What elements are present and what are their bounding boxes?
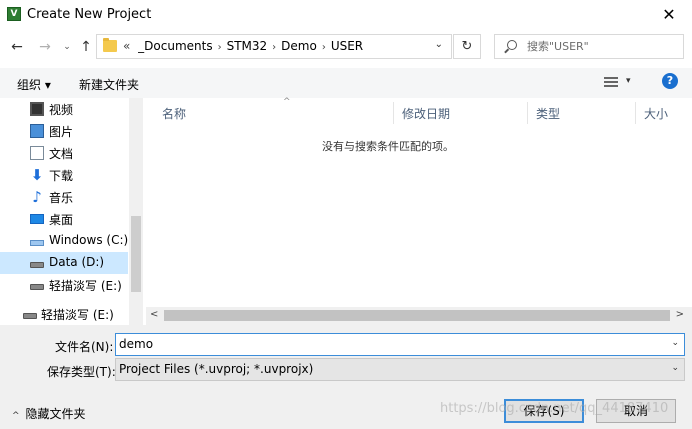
documents-icon <box>30 146 44 160</box>
sidebar-item-drive-e-root[interactable]: 轻描淡写 (E:) <box>0 303 128 325</box>
filetype-select[interactable]: Project Files (*.uvproj; *.uvprojx) ⌄ <box>115 358 685 381</box>
breadcrumb-item[interactable]: USER <box>331 39 363 53</box>
sidebar-item-videos[interactable]: 视频 <box>0 98 128 120</box>
column-header-label: 名称 <box>162 107 187 121</box>
title-bar: V Create New Project ✕ <box>0 0 692 30</box>
folder-icon <box>103 38 117 52</box>
help-icon[interactable]: ? <box>662 73 678 89</box>
sidebar-item-pictures[interactable]: 图片 <box>0 120 128 142</box>
save-button[interactable]: 保存(S) <box>504 399 584 423</box>
view-options-dropdown-icon[interactable]: ▾ <box>626 76 631 86</box>
search-input[interactable] <box>527 38 677 55</box>
up-arrow-icon[interactable]: ↑ <box>77 38 95 56</box>
sidebar-item-label: 视频 <box>49 103 74 117</box>
file-list: ^ 名称 修改日期 类型 大小 没有与搜索条件匹配的项。 <box>146 97 692 325</box>
horizontal-scrollbar[interactable]: < > <box>146 307 692 325</box>
organize-menu-button[interactable]: 组织 ▾ <box>17 76 51 93</box>
forward-arrow-icon[interactable]: → <box>36 38 54 56</box>
filetype-label: 保存类型(T): <box>47 365 116 379</box>
sidebar-item-drive-e[interactable]: 轻描淡写 (E:) <box>0 274 128 296</box>
close-button[interactable]: ✕ <box>646 0 692 30</box>
filetype-dropdown-icon[interactable]: ⌄ <box>671 363 679 373</box>
navigation-bar: ← → ⌄ ↑ « _Documents › STM32 › Demo › USER ⌄ ↻ <box>0 30 692 64</box>
windows-drive-icon <box>30 240 44 246</box>
sidebar-item-music[interactable]: ♪ 音乐 <box>0 186 128 208</box>
sidebar-item-label: 音乐 <box>49 191 74 205</box>
command-toolbar: 组织 ▾ 新建文件夹 ▾ ? <box>0 68 692 98</box>
filename-value[interactable]: demo <box>119 337 153 351</box>
scroll-right-arrow-icon[interactable]: > <box>676 309 684 320</box>
sidebar-item-label: 下载 <box>49 169 74 183</box>
column-header-type[interactable]: 类型 <box>528 102 636 124</box>
sidebar-item-label: 文档 <box>49 147 74 161</box>
sidebar-item-documents[interactable]: 文档 <box>0 142 128 164</box>
sidebar-item-label: 图片 <box>49 125 74 139</box>
sidebar-item-label: 轻描淡写 (E:) <box>41 308 114 322</box>
back-arrow-icon[interactable]: ← <box>8 38 26 56</box>
sidebar-scrollbar-thumb[interactable] <box>131 216 141 292</box>
pictures-icon <box>30 124 44 138</box>
drive-icon <box>23 313 37 319</box>
column-header-name[interactable]: ^ 名称 <box>154 97 394 124</box>
breadcrumb: « _Documents › STM32 › Demo › USER <box>123 39 363 53</box>
filename-dropdown-icon[interactable]: ⌄ <box>671 338 679 348</box>
music-icon: ♪ <box>32 188 42 206</box>
cancel-button[interactable]: 取消 <box>596 399 676 423</box>
sidebar-item-label: 桌面 <box>49 213 74 227</box>
recent-locations-chevron-icon[interactable]: ⌄ <box>58 38 76 56</box>
breadcrumb-item[interactable]: Demo <box>281 39 317 53</box>
search-icon <box>507 40 517 50</box>
desktop-icon <box>30 214 44 224</box>
hide-folders-label: 隐藏文件夹 <box>25 407 86 421</box>
chevron-up-icon: ^ <box>12 411 20 421</box>
empty-results-message: 没有与搜索条件匹配的项。 <box>322 140 454 153</box>
address-bar[interactable]: « _Documents › STM32 › Demo › USER ⌄ <box>96 34 452 59</box>
downloads-icon: ⬇ <box>30 166 44 184</box>
breadcrumb-item[interactable]: _Documents <box>138 39 212 53</box>
breadcrumb-item[interactable]: STM32 <box>227 39 268 53</box>
column-header-size[interactable]: 大小 <box>636 102 692 124</box>
navigation-pane: 视频 图片 文档 ⬇ 下载 ♪ 音乐 桌面 Windows (C:) Data … <box>0 98 146 325</box>
breadcrumb-separator-icon[interactable]: › <box>218 42 222 53</box>
column-header-label: 大小 <box>644 107 669 121</box>
refresh-button[interactable]: ↻ <box>453 34 481 59</box>
drive-icon <box>30 284 44 290</box>
sidebar-item-windows-c[interactable]: Windows (C:) <box>0 230 128 252</box>
sidebar-item-label: Windows (C:) <box>49 233 129 247</box>
sidebar-scrollbar[interactable] <box>129 98 143 325</box>
horizontal-scrollbar-thumb[interactable] <box>164 310 670 321</box>
new-folder-button[interactable]: 新建文件夹 <box>79 76 139 93</box>
hide-folders-toggle[interactable]: ^ 隐藏文件夹 <box>12 405 86 422</box>
column-header-label: 类型 <box>536 107 561 121</box>
drive-icon <box>30 262 44 268</box>
view-options-icon[interactable] <box>604 77 618 89</box>
breadcrumb-separator-icon[interactable]: › <box>322 42 326 53</box>
filename-field[interactable]: demo ⌄ <box>115 333 685 356</box>
column-header-date[interactable]: 修改日期 <box>394 102 528 124</box>
sidebar-item-desktop[interactable]: 桌面 <box>0 208 128 230</box>
breadcrumb-overflow-icon[interactable]: « <box>123 39 130 53</box>
sidebar-item-downloads[interactable]: ⬇ 下载 <box>0 164 128 186</box>
scroll-left-arrow-icon[interactable]: < <box>150 309 158 320</box>
video-icon <box>30 102 44 116</box>
breadcrumb-separator-icon[interactable]: › <box>272 42 276 53</box>
column-header-label: 修改日期 <box>402 107 451 121</box>
window-title: Create New Project <box>27 7 152 22</box>
sidebar-item-data-d[interactable]: Data (D:) <box>0 252 128 274</box>
address-dropdown-icon[interactable]: ⌄ <box>435 39 443 50</box>
filetype-value: Project Files (*.uvproj; *.uvprojx) <box>119 362 314 376</box>
keil-app-icon: V <box>7 7 21 21</box>
sidebar-item-label: 轻描淡写 (E:) <box>49 279 122 293</box>
filename-label: 文件名(N): <box>55 340 114 354</box>
search-box[interactable] <box>494 34 684 59</box>
save-form: 文件名(N): demo ⌄ 保存类型(T): Project Files (*… <box>0 325 692 429</box>
sort-ascending-icon: ^ <box>283 97 291 107</box>
sidebar-item-label: Data (D:) <box>49 255 105 269</box>
